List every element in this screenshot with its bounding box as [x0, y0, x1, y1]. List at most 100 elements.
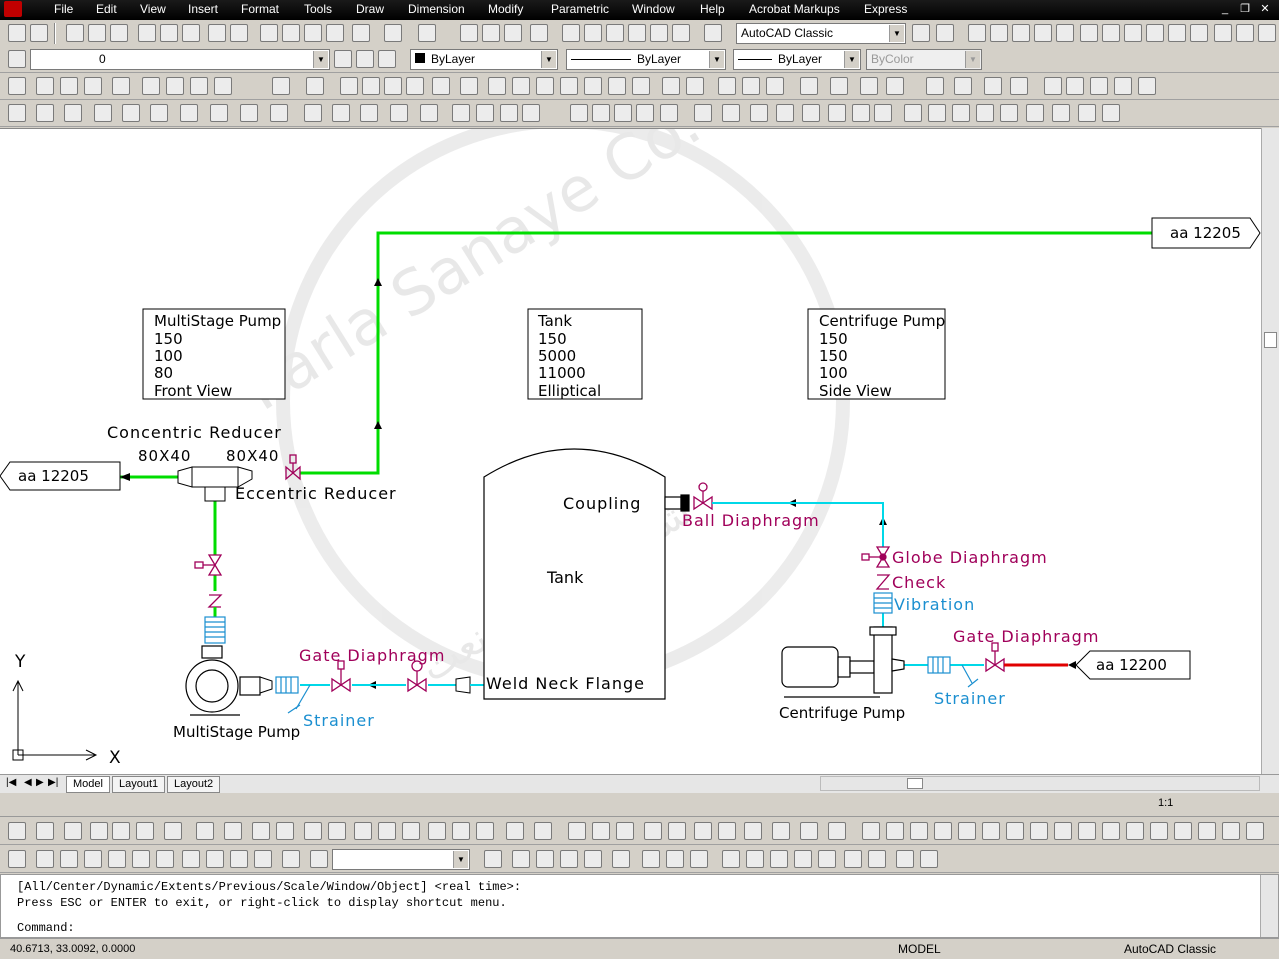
first-tab-icon[interactable]: |◀ [6, 777, 16, 788]
table-icon[interactable] [432, 77, 450, 95]
menu-modify[interactable]: Modify [488, 2, 523, 16]
iso-se-icon[interactable] [206, 850, 224, 868]
battery-icon[interactable] [420, 104, 438, 122]
zoom-realtime-icon[interactable] [722, 850, 740, 868]
mirror-icon[interactable] [1012, 24, 1030, 42]
menu-insert[interactable]: Insert [188, 2, 218, 16]
break-icon[interactable] [1214, 24, 1232, 42]
realistic-icon[interactable] [560, 850, 578, 868]
dw2-icon[interactable] [1090, 77, 1108, 95]
monitor-icon[interactable] [340, 77, 358, 95]
toolbar-icon-e[interactable] [112, 822, 130, 840]
draw-line-icon[interactable] [862, 822, 880, 840]
tab-layout2[interactable]: Layout2 [167, 776, 221, 793]
gradient-icon[interactable] [1222, 822, 1240, 840]
prev-tab-icon[interactable]: ◀ [24, 777, 32, 788]
lamp-icon[interactable] [1000, 104, 1018, 122]
wireframe-icon[interactable] [512, 850, 530, 868]
toolbar-icon-i[interactable] [224, 822, 242, 840]
tray-icon[interactable] [874, 104, 892, 122]
brush-icon[interactable] [1138, 77, 1156, 95]
tab-model[interactable]: Model [66, 776, 110, 793]
dimension-icon[interactable] [632, 77, 650, 95]
bottle-icon[interactable] [94, 104, 112, 122]
flag-icon[interactable] [766, 77, 784, 95]
iso-sw-icon[interactable] [182, 850, 200, 868]
named-views-icon[interactable] [310, 850, 328, 868]
layer-previous-icon[interactable] [356, 50, 374, 68]
tee-icon[interactable] [332, 104, 350, 122]
pan-icon[interactable] [460, 24, 478, 42]
ellipse-icon[interactable] [1078, 822, 1096, 840]
linetype-combo[interactable]: ByLayer ▼ [566, 49, 726, 70]
dim-bracket-icon[interactable] [616, 822, 634, 840]
grid-icon[interactable] [460, 77, 478, 95]
dim-aligned-icon[interactable] [592, 822, 610, 840]
xref-icon[interactable] [608, 77, 626, 95]
edit-icon[interactable] [1010, 77, 1028, 95]
conceptual-icon[interactable] [584, 850, 602, 868]
extend-icon[interactable] [1190, 24, 1208, 42]
multiline-icon[interactable] [214, 77, 232, 95]
workspace-combo[interactable]: AutoCAD Classic ▼ [736, 23, 906, 44]
reducer-icon[interactable] [64, 104, 82, 122]
menu-window[interactable]: Window [632, 2, 675, 16]
circle-icon[interactable] [1006, 822, 1024, 840]
trim-icon[interactable] [1168, 24, 1186, 42]
dim-linear-icon[interactable] [568, 822, 586, 840]
arc-icon[interactable] [488, 77, 506, 95]
osnap-icon[interactable] [166, 77, 184, 95]
dw3-icon[interactable] [1078, 104, 1096, 122]
properties-icon[interactable] [562, 24, 580, 42]
frame2-icon[interactable] [976, 104, 994, 122]
menu-edit[interactable]: Edit [96, 2, 117, 16]
dim-icon[interactable] [306, 77, 324, 95]
hatch-icon[interactable] [512, 77, 530, 95]
region-draw-icon[interactable] [1246, 822, 1264, 840]
zoom-scale-icon[interactable] [794, 850, 812, 868]
wave-icon[interactable] [722, 104, 740, 122]
toolbar-icon-g[interactable] [164, 822, 182, 840]
workspace-settings-icon[interactable] [912, 24, 930, 42]
insert-block-icon[interactable] [142, 77, 160, 95]
toolbar-icon-m[interactable] [328, 822, 346, 840]
toolbar-icon-t[interactable] [506, 822, 524, 840]
annotation-scale[interactable]: 1:1 [1158, 797, 1173, 809]
toolbar-icon-q[interactable] [428, 822, 446, 840]
valve-icon[interactable] [122, 104, 140, 122]
dim-linear-icon[interactable] [990, 24, 1008, 42]
point-icon[interactable] [1174, 822, 1192, 840]
iso-nw-icon[interactable] [254, 850, 272, 868]
model-space-toggle[interactable]: MODEL [898, 942, 941, 956]
question-icon[interactable] [614, 104, 632, 122]
move-icon[interactable] [1080, 24, 1098, 42]
toolbar-icon-c[interactable] [64, 822, 82, 840]
insert-icon[interactable] [1126, 822, 1144, 840]
zoom-window-icon[interactable] [504, 24, 522, 42]
support-icon[interactable] [904, 104, 922, 122]
markup-icon[interactable] [650, 24, 668, 42]
visual-manager-icon[interactable] [612, 850, 630, 868]
toolbar-icon-f[interactable] [136, 822, 154, 840]
help-icon[interactable] [704, 24, 722, 42]
open-file-icon[interactable] [88, 24, 106, 42]
save-icon[interactable] [110, 24, 128, 42]
zoom-icon[interactable] [406, 77, 424, 95]
zoom-all-icon[interactable] [896, 850, 914, 868]
print-icon[interactable] [138, 24, 156, 42]
dim-edit-icon[interactable] [772, 822, 790, 840]
refresh-icon[interactable] [662, 77, 680, 95]
toolbar-icon-p[interactable] [402, 822, 420, 840]
pdf-icon[interactable] [8, 24, 26, 42]
command-scrollbar[interactable] [1260, 875, 1278, 937]
menu-express[interactable]: Express [864, 2, 907, 16]
make-object-layer-current-icon[interactable] [334, 50, 352, 68]
zoom-previous-icon[interactable] [530, 24, 548, 42]
block-editor-icon[interactable] [352, 24, 370, 42]
menu-file[interactable]: File [54, 2, 73, 16]
filter-icon[interactable] [150, 104, 168, 122]
flange-icon[interactable] [270, 104, 288, 122]
h-icon[interactable] [1026, 104, 1044, 122]
construction-line-icon[interactable] [60, 77, 78, 95]
eraser-icon[interactable] [570, 104, 588, 122]
